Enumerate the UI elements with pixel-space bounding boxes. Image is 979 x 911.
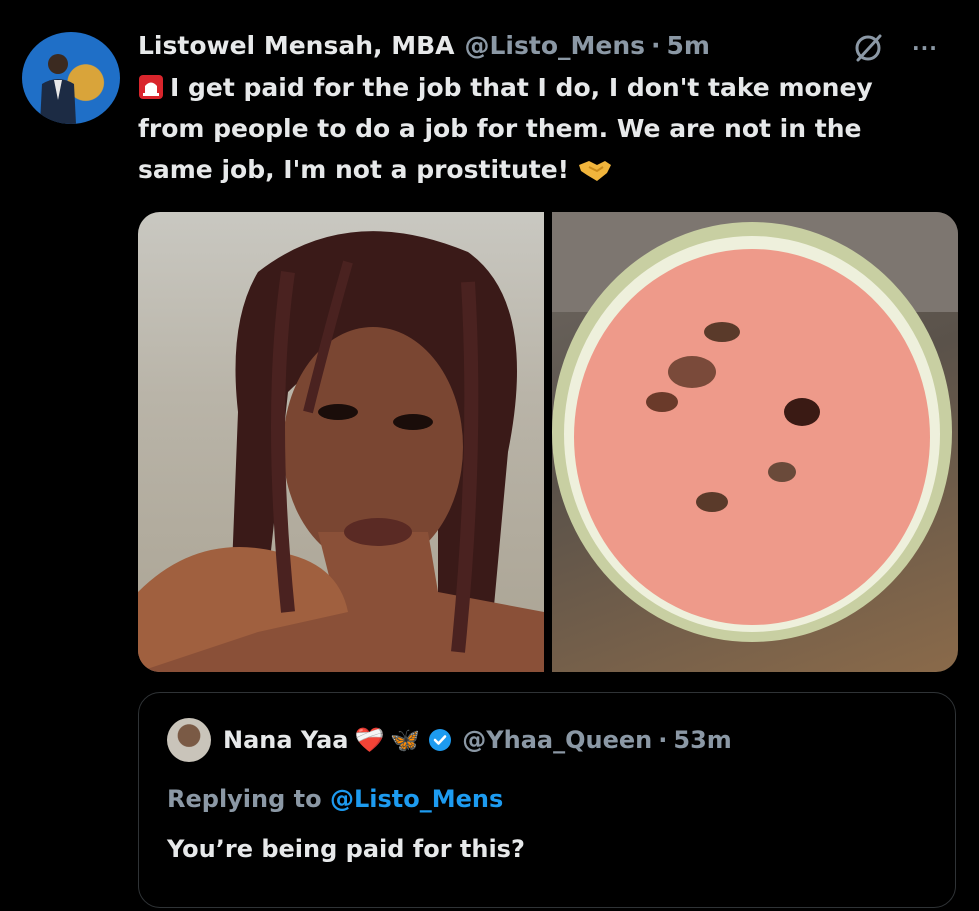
tweet-text: I get paid for the job that I do, I don'…	[138, 73, 873, 184]
mending-heart-icon: ❤️‍🩹	[354, 726, 385, 754]
photo-watermelon[interactable]	[552, 212, 958, 672]
quoted-author-name[interactable]: Nana Yaa	[223, 726, 348, 754]
quoted-separator: ·	[658, 726, 668, 754]
tweet-header: Listowel Mensah, MBA @Listo_Mens · 5m	[138, 26, 710, 64]
watermelon-illustration	[552, 212, 958, 642]
quoted-text: You’re being paid for this?	[167, 835, 525, 863]
tweet-time[interactable]: 5m	[667, 31, 710, 60]
quoted-time[interactable]: 53m	[673, 726, 731, 754]
quoted-avatar[interactable]	[167, 718, 211, 762]
author-handle[interactable]: @Listo_Mens	[465, 31, 646, 60]
quoted-tweet[interactable]: Nana Yaa ❤️‍🩹 🦋 @Yhaa_Queen · 53m Replyi…	[138, 692, 956, 908]
siren-icon	[139, 75, 163, 99]
photo-woman-portrait[interactable]	[138, 212, 544, 672]
handshake-icon	[579, 161, 612, 181]
reply-mention-link[interactable]: @Listo_Mens	[330, 785, 503, 813]
tweet-media[interactable]	[138, 212, 958, 672]
verified-badge-icon	[429, 729, 452, 751]
tweet-body: I get paid for the job that I do, I don'…	[138, 67, 908, 190]
butterfly-icon: 🦋	[390, 726, 421, 754]
more-options-icon[interactable]: ···	[912, 36, 938, 60]
quoted-handle[interactable]: @Yhaa_Queen	[462, 726, 652, 754]
quoted-header: Nana Yaa ❤️‍🩹 🦋 @Yhaa_Queen · 53m	[167, 717, 732, 763]
replying-to-line: Replying to @Listo_Mens	[167, 785, 503, 813]
avatar-person-icon	[40, 54, 76, 124]
author-name[interactable]: Listowel Mensah, MBA	[138, 31, 455, 60]
separator-dot: ·	[651, 30, 661, 60]
grok-icon[interactable]	[850, 30, 886, 66]
replying-to-label: Replying to	[167, 785, 322, 813]
author-avatar[interactable]	[22, 32, 120, 124]
woman-portrait-illustration	[138, 231, 544, 672]
